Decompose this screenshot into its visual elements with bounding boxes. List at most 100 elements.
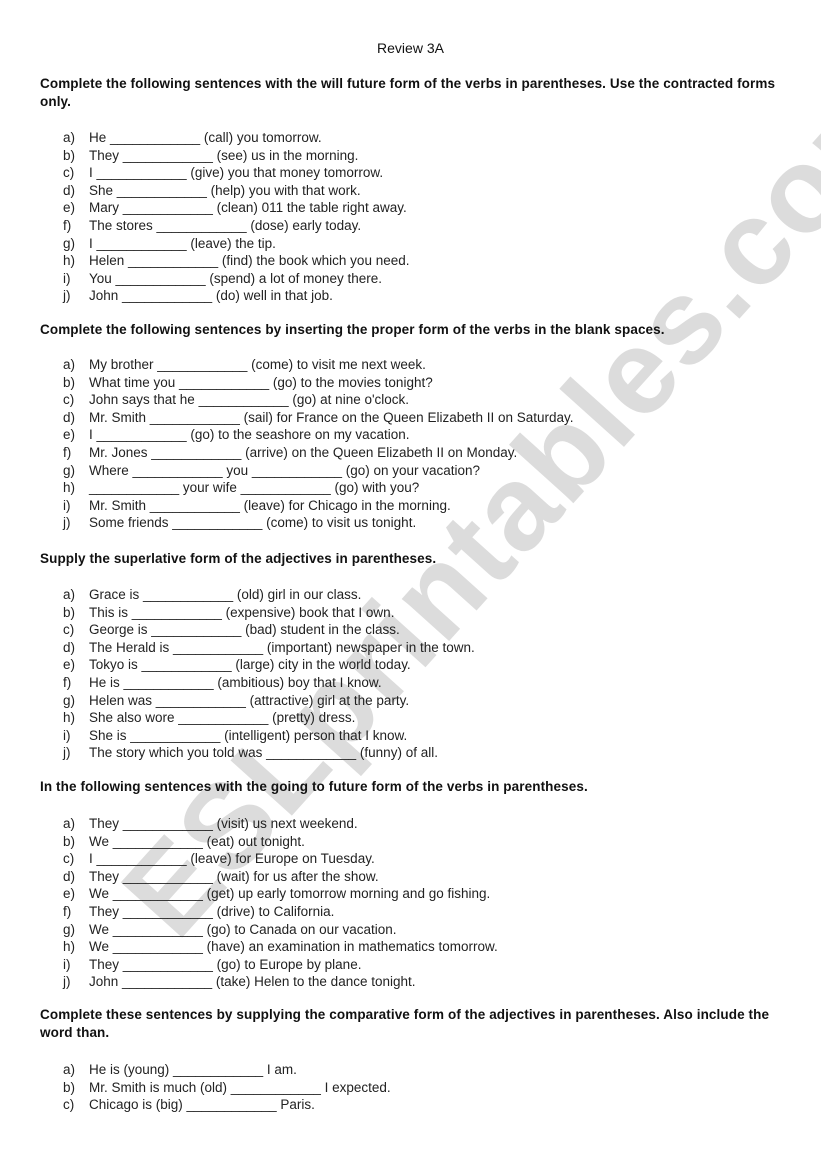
item-sentence: We ____________ (eat) out tonight. — [89, 833, 305, 849]
item-sentence: Helen ____________ (find) the book which… — [89, 253, 410, 269]
item-letter: i) — [63, 956, 71, 972]
item-sentence: Helen was ____________ (attractive) girl… — [89, 692, 410, 708]
item-sentence: He ____________ (call) you tomorrow. — [89, 130, 322, 145]
exercise-item: j) The story which you told was _________… — [63, 744, 475, 762]
exercise-item: d) The Herald is ____________ (important)… — [63, 639, 475, 657]
item-letter: g) — [63, 692, 76, 708]
item-sentence: The stores ____________ (dose) early tod… — [89, 217, 362, 233]
item-sentence: Mary ____________ (clean) 011 the table … — [89, 200, 407, 216]
exercise-item: e) Mary ____________ (clean) 011 the tabl… — [63, 199, 410, 217]
exercise-item: e) We ____________ (get) up early tomorro… — [63, 885, 498, 903]
section-3-instruction: Supply the superlative form of the adjec… — [40, 551, 437, 566]
item-sentence: They ____________ (wait) for us after th… — [89, 868, 379, 884]
exercise-item: i) You ____________ (spend) a lot of mone… — [63, 270, 410, 288]
item-letter: b) — [63, 833, 76, 849]
item-sentence: Mr. Jones ____________ (arrive) on the Q… — [89, 444, 518, 460]
item-letter: d) — [63, 182, 76, 198]
item-sentence: I ____________ (leave) for Europe on Tue… — [89, 851, 375, 867]
item-letter: i) — [63, 270, 71, 286]
item-sentence: I ____________ (give) you that money tom… — [89, 165, 384, 181]
exercise-item: b) Mr. Smith is much (old) ____________ I… — [63, 1079, 391, 1097]
item-sentence: We ____________ (go) to Canada on our va… — [89, 921, 397, 937]
exercise-item: h) We ____________ (have) an examination … — [63, 938, 498, 956]
item-letter: j) — [63, 974, 71, 990]
item-letter: g) — [63, 462, 76, 478]
exercise-item: i) They ____________ (go) to Europe by pl… — [63, 956, 498, 974]
item-sentence: He is ____________ (ambitious) boy that … — [89, 674, 382, 690]
exercise-item: j) John ____________ (do) well in that jo… — [63, 287, 410, 305]
item-letter: f) — [63, 903, 72, 919]
exercise-item: e) Tokyo is ____________ (large) city in … — [63, 656, 475, 674]
exercise-item: d) Mr. Smith ____________ (sail) for Fran… — [63, 409, 574, 427]
item-sentence: George is ____________ (bad) student in … — [89, 622, 400, 638]
item-sentence: This is ____________ (expensive) book th… — [89, 604, 395, 620]
item-sentence: She is ____________ (intelligent) person… — [89, 727, 408, 743]
exercise-item: j) Some friends ____________ (come) to vi… — [63, 514, 574, 532]
exercise-item: d) They ____________ (wait) for us after … — [63, 868, 498, 886]
item-letter: a) — [63, 357, 76, 372]
item-sentence: We ____________ (have) an examination in… — [89, 939, 498, 955]
item-sentence: Grace is ____________ (old) girl in our … — [89, 587, 362, 602]
exercise-item: f) He is ____________ (ambitious) boy tha… — [63, 674, 475, 692]
exercise-item: a) My brother ____________ (come) to visi… — [63, 356, 574, 374]
item-letter: a) — [63, 130, 76, 145]
item-letter: b) — [63, 374, 76, 390]
item-sentence: I ____________ (leave) the tip. — [89, 235, 276, 251]
item-letter: b) — [63, 1079, 76, 1095]
exercise-item: b) They ____________ (see) us in the morn… — [63, 147, 410, 165]
item-letter: d) — [63, 409, 76, 425]
item-sentence: My brother ____________ (come) to visit … — [89, 357, 426, 372]
exercise-item: f) They ____________ (drive) to Californi… — [63, 903, 498, 921]
item-sentence: She ____________ (help) you with that wo… — [89, 182, 361, 198]
item-sentence: Some friends ____________ (come) to visi… — [89, 515, 417, 531]
item-letter: h) — [63, 480, 76, 496]
exercise-item: i) Mr. Smith ____________ (leave) for Chi… — [63, 497, 574, 515]
item-sentence: Tokyo is ____________ (large) city in th… — [89, 657, 411, 673]
item-letter: a) — [63, 816, 76, 831]
section-1-list: a) He ____________ (call) you tomorrow. b)… — [63, 129, 410, 305]
section-4-list: a) They ____________ (visit) us next week… — [63, 815, 498, 991]
item-letter: h) — [63, 710, 76, 726]
item-sentence: You ____________ (spend) a lot of money … — [89, 270, 382, 286]
item-sentence: They ____________ (see) us in the mornin… — [89, 147, 359, 163]
exercise-item: a) He is (young) ____________ I am. — [63, 1061, 391, 1079]
item-letter: c) — [63, 165, 75, 181]
item-letter: j) — [63, 745, 71, 761]
item-sentence: She also wore ____________ (pretty) dres… — [89, 710, 356, 726]
exercise-item: j) John ____________ (take) Helen to the … — [63, 973, 498, 991]
exercise-item: c) George is ____________ (bad) student i… — [63, 621, 475, 639]
page-title: Review 3A — [377, 40, 444, 56]
item-sentence: John ____________ (take) Helen to the da… — [89, 974, 416, 990]
item-sentence: Mr. Smith ____________ (leave) for Chica… — [89, 497, 451, 513]
section-4-instruction: In the following sentences with the goin… — [40, 779, 588, 794]
exercise-item: b) This is ____________ (expensive) book … — [63, 604, 475, 622]
item-letter: d) — [63, 868, 76, 884]
exercise-item: a) Grace is ____________ (old) girl in ou… — [63, 586, 475, 604]
exercise-item: a) They ____________ (visit) us next week… — [63, 815, 498, 833]
exercise-item: b) We ____________ (eat) out tonight. — [63, 833, 498, 851]
exercise-item: b) What time you ____________ (go) to the… — [63, 374, 574, 392]
item-letter: c) — [63, 622, 75, 638]
item-letter: f) — [63, 674, 72, 690]
section-3-list: a) Grace is ____________ (old) girl in ou… — [63, 586, 475, 762]
exercise-item: c) Chicago is (big) ____________ Paris. — [63, 1096, 391, 1114]
item-letter: c) — [63, 1097, 75, 1113]
exercise-item: g) I ____________ (leave) the tip. — [63, 235, 410, 253]
item-letter: i) — [63, 497, 71, 513]
item-letter: a) — [63, 587, 76, 602]
section-5-instruction: Complete these sentences by supplying th… — [40, 1007, 770, 1040]
item-letter: i) — [63, 727, 71, 743]
item-letter: j) — [63, 288, 71, 304]
exercise-item: e) I ____________ (go) to the seashore on… — [63, 426, 574, 444]
section-1-instruction: Complete the following sentences with th… — [40, 76, 776, 109]
exercise-item: c) I ____________ (leave) for Europe on T… — [63, 850, 498, 868]
exercise-item: i) She is ____________ (intelligent) pers… — [63, 727, 475, 745]
item-letter: e) — [63, 427, 76, 443]
item-sentence: They ____________ (go) to Europe by plan… — [89, 956, 362, 972]
item-sentence: They ____________ (visit) us next weeken… — [89, 816, 358, 831]
item-sentence: ____________ your wife ____________ (go)… — [89, 480, 420, 496]
exercise-item: c) I ____________ (give) you that money t… — [63, 164, 410, 182]
item-sentence: John says that he ____________ (go) at n… — [89, 392, 410, 408]
item-sentence: Chicago is (big) ____________ Paris. — [89, 1097, 315, 1113]
item-letter: d) — [63, 639, 76, 655]
